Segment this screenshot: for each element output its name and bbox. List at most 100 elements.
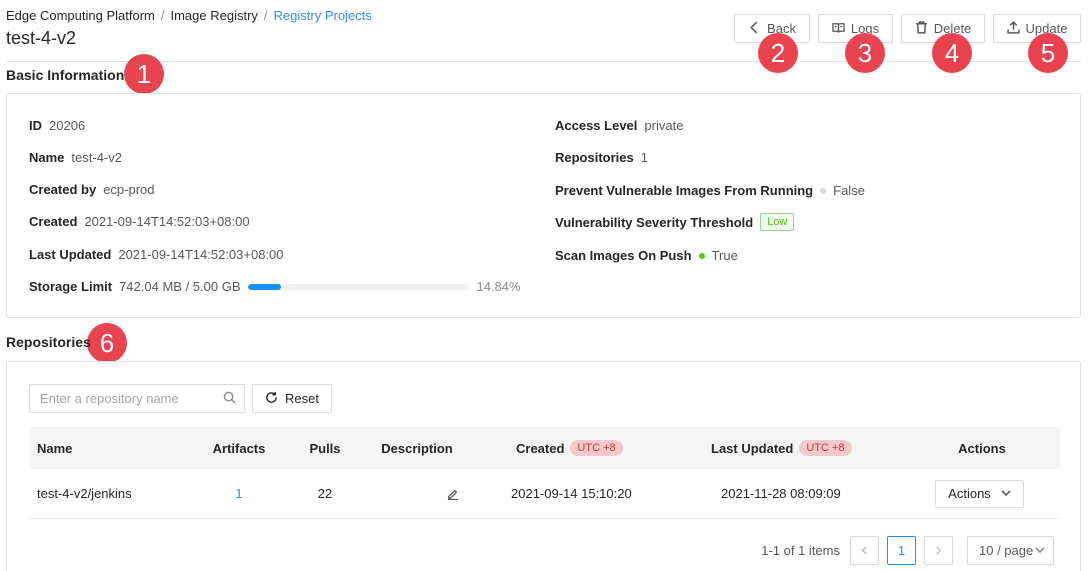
last-updated-cell: 2021-11-28 08:09:09 [721, 486, 841, 501]
book-icon [832, 21, 845, 37]
annotation-marker-3: 3 [845, 33, 885, 73]
severity-low-tag: Low [760, 213, 795, 231]
page-size-value: 10 / page [979, 543, 1034, 558]
actions-dropdown-button[interactable]: Actions [935, 479, 1024, 508]
status-dot-false [820, 187, 827, 194]
chevron-right-icon [936, 546, 942, 555]
info-access-level-value: private [644, 118, 684, 133]
info-storage-label: Storage Limit [29, 279, 113, 294]
annotation-marker-4: 4 [932, 33, 972, 73]
reload-icon [265, 391, 278, 407]
breadcrumb-separator: / [263, 8, 268, 23]
info-prevent-vulnerable: Prevent Vulnerable Images From Running F… [555, 183, 865, 198]
column-last-updated-label: Last Updated [711, 440, 794, 456]
info-prevent-value: False [833, 183, 865, 198]
column-name: Name [37, 440, 73, 456]
info-created-by-value: ecp-prod [103, 182, 155, 197]
info-last-updated-label: Last Updated [29, 247, 112, 262]
column-description: Description [381, 440, 453, 456]
repository-name-cell: test-4-v2/jenkins [37, 486, 132, 501]
actions-cell: Actions [935, 469, 1024, 518]
column-last-updated: Last Updated UTC +8 [711, 427, 852, 469]
annotation-marker-5: 5 [1028, 33, 1068, 73]
created-cell: 2021-09-14 15:10:20 [511, 486, 632, 501]
info-threshold-label: Vulnerability Severity Threshold [555, 214, 754, 230]
annotation-marker-1: 1 [124, 54, 164, 94]
page-title: test-4-v2 [6, 28, 77, 48]
info-created-by-label: Created by [29, 182, 97, 197]
info-last-updated-value: 2021-09-14T14:52:03+08:00 [118, 247, 284, 262]
info-storage-limit: Storage Limit 742.04 MB / 5.00 GB 14.84% [29, 279, 521, 294]
status-dot-true [698, 252, 705, 259]
page-number-button[interactable]: 1 [887, 536, 916, 565]
info-prevent-label: Prevent Vulnerable Images From Running [555, 183, 814, 198]
info-access-level-label: Access Level [555, 118, 638, 133]
info-repositories-label: Repositories [555, 150, 634, 165]
repositories-title: Repositories [6, 334, 91, 350]
info-access-level: Access Level private [555, 118, 683, 133]
info-scan-label: Scan Images On Push [555, 248, 692, 263]
info-storage-value: 742.04 MB / 5.00 GB [119, 279, 241, 294]
pagination: 1-1 of 1 items 1 10 / page [761, 536, 1054, 565]
chevron-down-icon [1035, 543, 1045, 558]
chevron-down-icon [1001, 486, 1011, 501]
pagination-summary: 1-1 of 1 items [761, 543, 840, 558]
breadcrumb-separator: / [160, 8, 165, 23]
search-icon[interactable] [223, 391, 236, 407]
column-actions: Actions [958, 440, 1006, 456]
info-id: ID 20206 [29, 118, 85, 133]
storage-progress-fill [248, 283, 282, 290]
storage-percent: 14.84% [476, 279, 521, 294]
pulls-count: 22 [317, 486, 333, 501]
actions-label: Actions [948, 486, 991, 501]
reset-button[interactable]: Reset [252, 384, 332, 413]
breadcrumb-item-image-registry[interactable]: Image Registry [170, 8, 257, 23]
breadcrumb: Edge Computing Platform / Image Registry / R… [6, 8, 372, 23]
basic-information-card: ID 20206 Name test-4-v2 Created by ecp-p… [6, 93, 1081, 318]
repositories-table: Name Artifacts Pulls Description Created… [29, 427, 1060, 519]
column-artifacts: Artifacts [212, 440, 266, 456]
repository-search-input[interactable] [40, 391, 223, 406]
info-name: Name test-4-v2 [29, 150, 122, 165]
upload-icon [1006, 20, 1020, 37]
info-name-value: test-4-v2 [71, 150, 122, 165]
repository-search[interactable] [29, 384, 245, 413]
edit-description-icon[interactable] [447, 469, 459, 518]
info-name-label: Name [29, 150, 65, 165]
header-divider [6, 61, 1081, 62]
annotation-marker-2: 2 [758, 33, 798, 73]
info-id-label: ID [29, 118, 42, 133]
next-page-button[interactable] [924, 536, 953, 565]
column-pulls: Pulls [309, 440, 341, 456]
artifacts-count-link[interactable]: 1 [209, 469, 269, 518]
info-repositories-value: 1 [640, 150, 648, 165]
info-created-value: 2021-09-14T14:52:03+08:00 [84, 214, 250, 229]
reset-label: Reset [285, 391, 319, 406]
breadcrumb-item-registry-projects[interactable]: Registry Projects [274, 8, 372, 23]
info-created-label: Created [29, 214, 78, 229]
table-header: Name Artifacts Pulls Description Created… [29, 427, 1060, 469]
trash-icon [915, 20, 928, 37]
column-created: Created UTC +8 [516, 427, 623, 469]
info-created-by: Created by ecp-prod [29, 182, 155, 197]
storage-progress-bar [248, 283, 469, 290]
repositories-card: Reset Name Artifacts Pulls Description C… [6, 361, 1081, 571]
page-size-select[interactable]: 10 / page [967, 536, 1054, 565]
utc-badge: UTC +8 [570, 440, 623, 456]
chevron-left-icon [748, 21, 761, 37]
basic-information-title: Basic Information [6, 67, 125, 83]
info-last-updated: Last Updated 2021-09-14T14:52:03+08:00 [29, 247, 284, 262]
info-created: Created 2021-09-14T14:52:03+08:00 [29, 214, 250, 229]
info-repositories: Repositories 1 [555, 150, 648, 165]
table-row: test-4-v2/jenkins 1 22 2021-09-14 15:10:… [29, 469, 1060, 519]
utc-badge: UTC +8 [799, 440, 852, 456]
annotation-marker-6: 6 [87, 323, 127, 363]
info-scan-on-push: Scan Images On Push True [555, 248, 738, 263]
info-scan-value: True [711, 248, 738, 263]
info-id-value: 20206 [49, 118, 86, 133]
chevron-left-icon [861, 546, 867, 555]
prev-page-button[interactable] [850, 536, 879, 565]
breadcrumb-item-platform[interactable]: Edge Computing Platform [6, 8, 155, 23]
column-created-label: Created [516, 440, 565, 456]
info-severity-threshold: Vulnerability Severity Threshold Low [555, 213, 795, 231]
